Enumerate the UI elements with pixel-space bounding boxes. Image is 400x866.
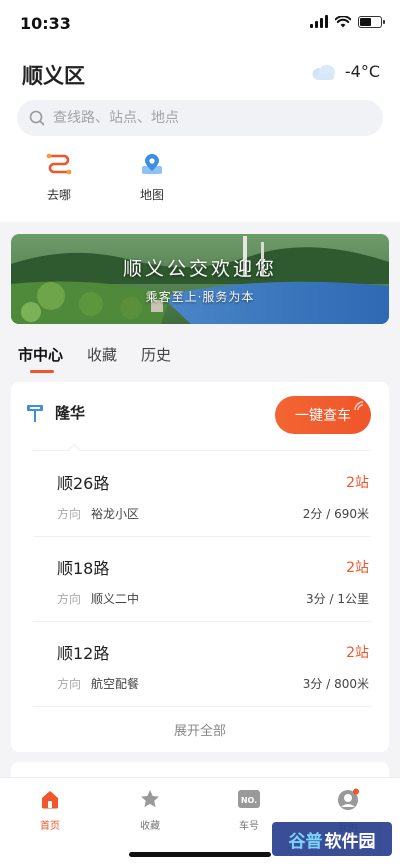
watermark-logo: 谷普 软件园 — [272, 822, 392, 856]
map-pin-icon — [142, 154, 162, 174]
tab-city-center[interactable]: 市中心 — [18, 344, 63, 373]
battery-icon — [358, 15, 385, 28]
weather-widget[interactable]: -4°C — [311, 62, 380, 81]
stops-away: 2站 — [346, 645, 369, 661]
direction-label: 方向 — [57, 507, 82, 521]
tabbar-home[interactable]: 首页 — [20, 788, 80, 832]
arrival-eta: 2分 / 690米 — [302, 507, 369, 521]
arrival-eta: 3分 / 800米 — [302, 677, 369, 691]
stops-away: 2站 — [346, 475, 369, 491]
quick-action-label: 去哪 — [46, 188, 71, 202]
tabbar-label: 首页 — [40, 821, 60, 832]
stop-name: 隆华 — [55, 404, 86, 422]
temperature: -4°C — [344, 62, 380, 81]
route-direction: 顺义二中 — [91, 592, 140, 606]
stops-away: 2站 — [346, 560, 369, 576]
direction-label: 方向 — [57, 592, 82, 606]
district-selector[interactable]: 顺义区 — [22, 60, 85, 90]
route-row[interactable]: 顺18路 方向 顺义二中 2站 3分 / 1公里 — [57, 555, 369, 639]
tabbar-label: 收藏 — [140, 821, 160, 832]
divider — [33, 621, 371, 622]
home-indicator — [129, 852, 271, 857]
status-icons — [310, 15, 385, 28]
route-name: 顺12路 — [57, 644, 110, 663]
home-icon — [42, 791, 58, 809]
search-input[interactable] — [53, 110, 353, 126]
route-name: 顺26路 — [57, 474, 110, 493]
expand-all-button[interactable]: 展开全部 — [11, 720, 389, 739]
svg-text:NO.: NO. — [241, 796, 257, 805]
divider — [33, 450, 371, 451]
check-bus-button[interactable]: 一键查车 — [275, 396, 371, 434]
banner-title: 顺义公交欢迎您 — [122, 258, 277, 280]
promo-banner[interactable]: 顺义公交欢迎您 乘客至上·服务为本 — [11, 234, 389, 324]
quick-action-where-to[interactable]: 去哪 — [29, 152, 89, 203]
cellular-signal-icon — [310, 15, 328, 28]
profile-icon — [338, 788, 359, 810]
stop-header[interactable]: 隆华 — [25, 402, 85, 423]
watermark-part1: 谷普 — [288, 831, 323, 852]
tabbar-favorites[interactable]: 收藏 — [120, 788, 180, 832]
divider — [33, 706, 371, 707]
arrival-eta: 3分 / 1公里 — [306, 592, 369, 606]
stop-tabs: 市中心 收藏 历史 — [18, 344, 171, 373]
route-direction: 航空配餐 — [91, 677, 140, 691]
star-icon — [141, 790, 159, 808]
divider — [33, 536, 371, 537]
status-time: 10:33 — [20, 14, 71, 33]
direction-label: 方向 — [57, 677, 82, 691]
header: 顺义区 -4°C 去哪 地图 — [0, 46, 400, 222]
search-bar[interactable] — [17, 100, 383, 136]
banner-subtitle: 乘客至上·服务为本 — [145, 290, 255, 304]
license-plate-icon: NO. — [238, 790, 260, 808]
search-icon — [29, 110, 45, 126]
watermark-part2: 软件园 — [324, 831, 376, 852]
cloud-icon — [312, 64, 335, 80]
tabbar-plate[interactable]: NO. 车号 — [219, 788, 279, 832]
route-name: 顺18路 — [57, 559, 110, 578]
quick-action-label: 地图 — [139, 188, 164, 202]
divider-notch — [66, 443, 82, 459]
signal-wave-icon — [354, 401, 364, 411]
route-icon — [46, 153, 72, 175]
stop-card: 隆华 一键查车 顺26路 方向 裕龙小区 2站 2分 / 690米 顺18路 方… — [11, 382, 389, 752]
tab-history[interactable]: 历史 — [141, 344, 171, 373]
wifi-icon — [335, 15, 351, 27]
check-bus-label: 一键查车 — [295, 407, 351, 423]
tab-favorites[interactable]: 收藏 — [87, 344, 117, 373]
route-direction: 裕龙小区 — [91, 507, 140, 521]
route-row[interactable]: 顺26路 方向 裕龙小区 2站 2分 / 690米 — [57, 470, 369, 554]
quick-action-map[interactable]: 地图 — [122, 152, 182, 203]
status-bar: 10:33 — [0, 0, 400, 46]
bus-stop-sign-icon — [27, 404, 43, 422]
tabbar-label: 车号 — [239, 821, 259, 832]
route-row[interactable]: 顺12路 方向 航空配餐 2站 3分 / 800米 — [57, 640, 369, 724]
